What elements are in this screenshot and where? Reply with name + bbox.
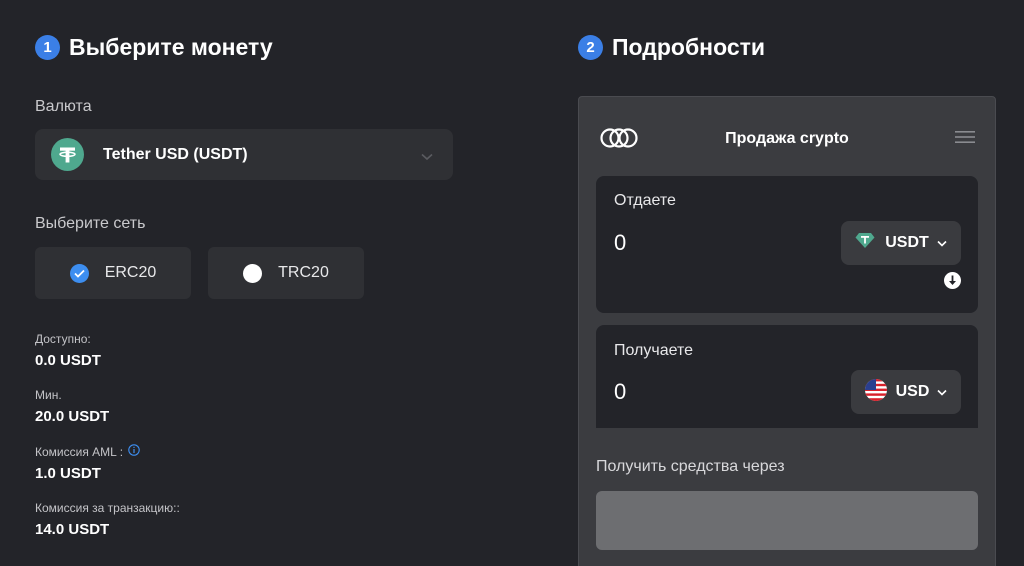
- stat-label: Мин.: [35, 388, 62, 402]
- stat-label: Комиссия AML :: [35, 444, 124, 459]
- us-flag-icon: [864, 378, 887, 406]
- page: 1 Выберите монету Валюта Tether USD (USD…: [0, 0, 1024, 566]
- section-2-heading: 2 Подробности: [578, 34, 765, 61]
- stat-value: 0.0 USDT: [35, 352, 101, 369]
- get-currency-select[interactable]: USD: [851, 370, 961, 414]
- stat-label: Комиссия за транзакцию::: [35, 501, 180, 515]
- get-card: Получаете 0 USD: [596, 325, 978, 428]
- receive-method-select[interactable]: [596, 491, 978, 550]
- step-2-badge: 2: [578, 35, 603, 60]
- tether-icon: [51, 138, 84, 171]
- stat-label: Доступно:: [35, 332, 91, 346]
- network-label-erc20: ERC20: [104, 264, 157, 281]
- currency-select[interactable]: Tether USD (USDT): [35, 129, 453, 180]
- chevron-down-icon: [421, 148, 433, 166]
- get-amount-value: 0: [614, 379, 627, 404]
- give-amount-input[interactable]: 0: [614, 230, 626, 256]
- radio-empty-icon: [243, 263, 263, 283]
- get-currency-code: USD: [895, 383, 930, 400]
- stat-available: Доступно: 0.0 USDT: [35, 332, 101, 369]
- info-icon[interactable]: [128, 444, 140, 459]
- network-label-trc20: TRC20: [278, 264, 329, 281]
- stat-minimum: Мин. 20.0 USDT: [35, 388, 109, 425]
- receive-method-label: Получить средства через: [596, 458, 785, 475]
- network-option-erc20[interactable]: ERC20: [35, 247, 191, 299]
- currency-label: Валюта: [35, 98, 92, 115]
- stat-value: 20.0 USDT: [35, 408, 110, 425]
- exchange-widget-panel: Продажа crypto Отдаете 0 USDT Получаете …: [578, 96, 996, 566]
- give-card: Отдаете 0 USDT: [596, 176, 978, 313]
- currency-name: Tether USD (USDT): [103, 145, 248, 163]
- hamburger-menu-icon[interactable]: [955, 130, 975, 149]
- stat-value: 14.0 USDT: [35, 521, 110, 538]
- check-circle-icon: [69, 263, 89, 283]
- network-label: Выберите сеть: [35, 215, 146, 232]
- section-1-title: Выберите монету: [69, 34, 273, 60]
- stat-aml-fee: Комиссия AML : 1.0 USDT: [35, 444, 140, 482]
- section-1-heading: 1 Выберите монету: [35, 34, 273, 61]
- section-2-title: Подробности: [612, 34, 766, 60]
- network-option-trc20[interactable]: TRC20: [208, 247, 364, 299]
- give-label: Отдаете: [614, 192, 676, 209]
- stat-transaction-fee: Комиссия за транзакцию:: 14.0 USDT: [35, 501, 180, 538]
- chevron-down-icon: [937, 234, 947, 252]
- widget-title: Продажа crypto: [725, 130, 849, 147]
- give-currency-code: USDT: [885, 234, 929, 251]
- stat-value: 1.0 USDT: [35, 465, 101, 482]
- chevron-down-icon: [937, 383, 947, 401]
- stat-label-row: Комиссия AML :: [35, 444, 140, 459]
- tether-gem-icon: [855, 232, 875, 254]
- give-currency-select[interactable]: USDT: [841, 221, 961, 265]
- swap-direction-icon[interactable]: [944, 272, 961, 294]
- step-1-badge: 1: [35, 35, 60, 60]
- get-label: Получаете: [614, 342, 694, 359]
